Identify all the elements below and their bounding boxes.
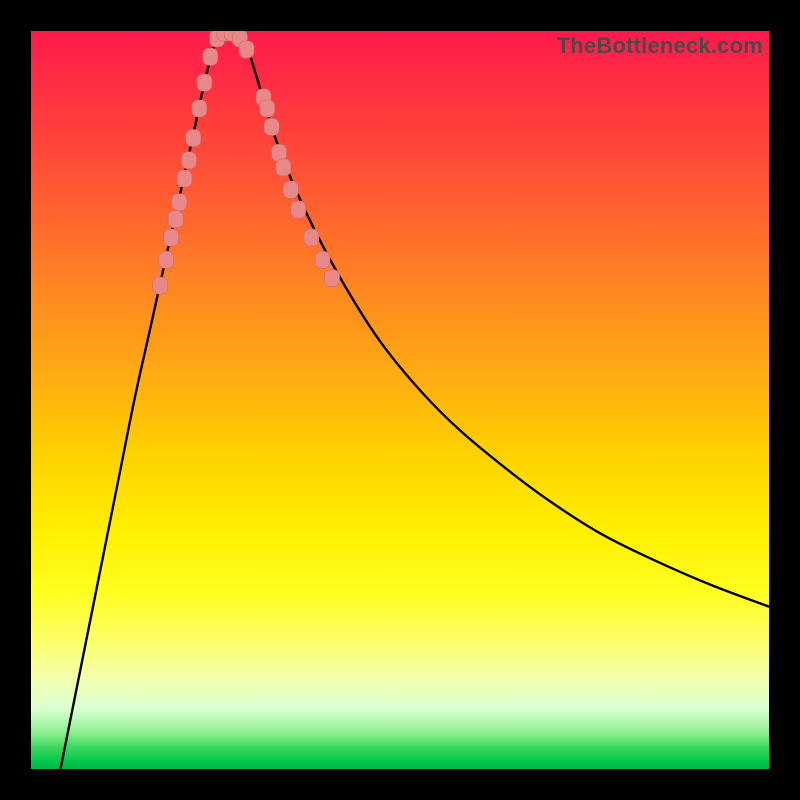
chart-frame: TheBottleneck.com — [0, 0, 800, 800]
watermark-layer: TheBottleneck.com — [31, 31, 769, 769]
plot-area: TheBottleneck.com — [31, 31, 769, 769]
watermark-text: TheBottleneck.com — [557, 33, 763, 59]
